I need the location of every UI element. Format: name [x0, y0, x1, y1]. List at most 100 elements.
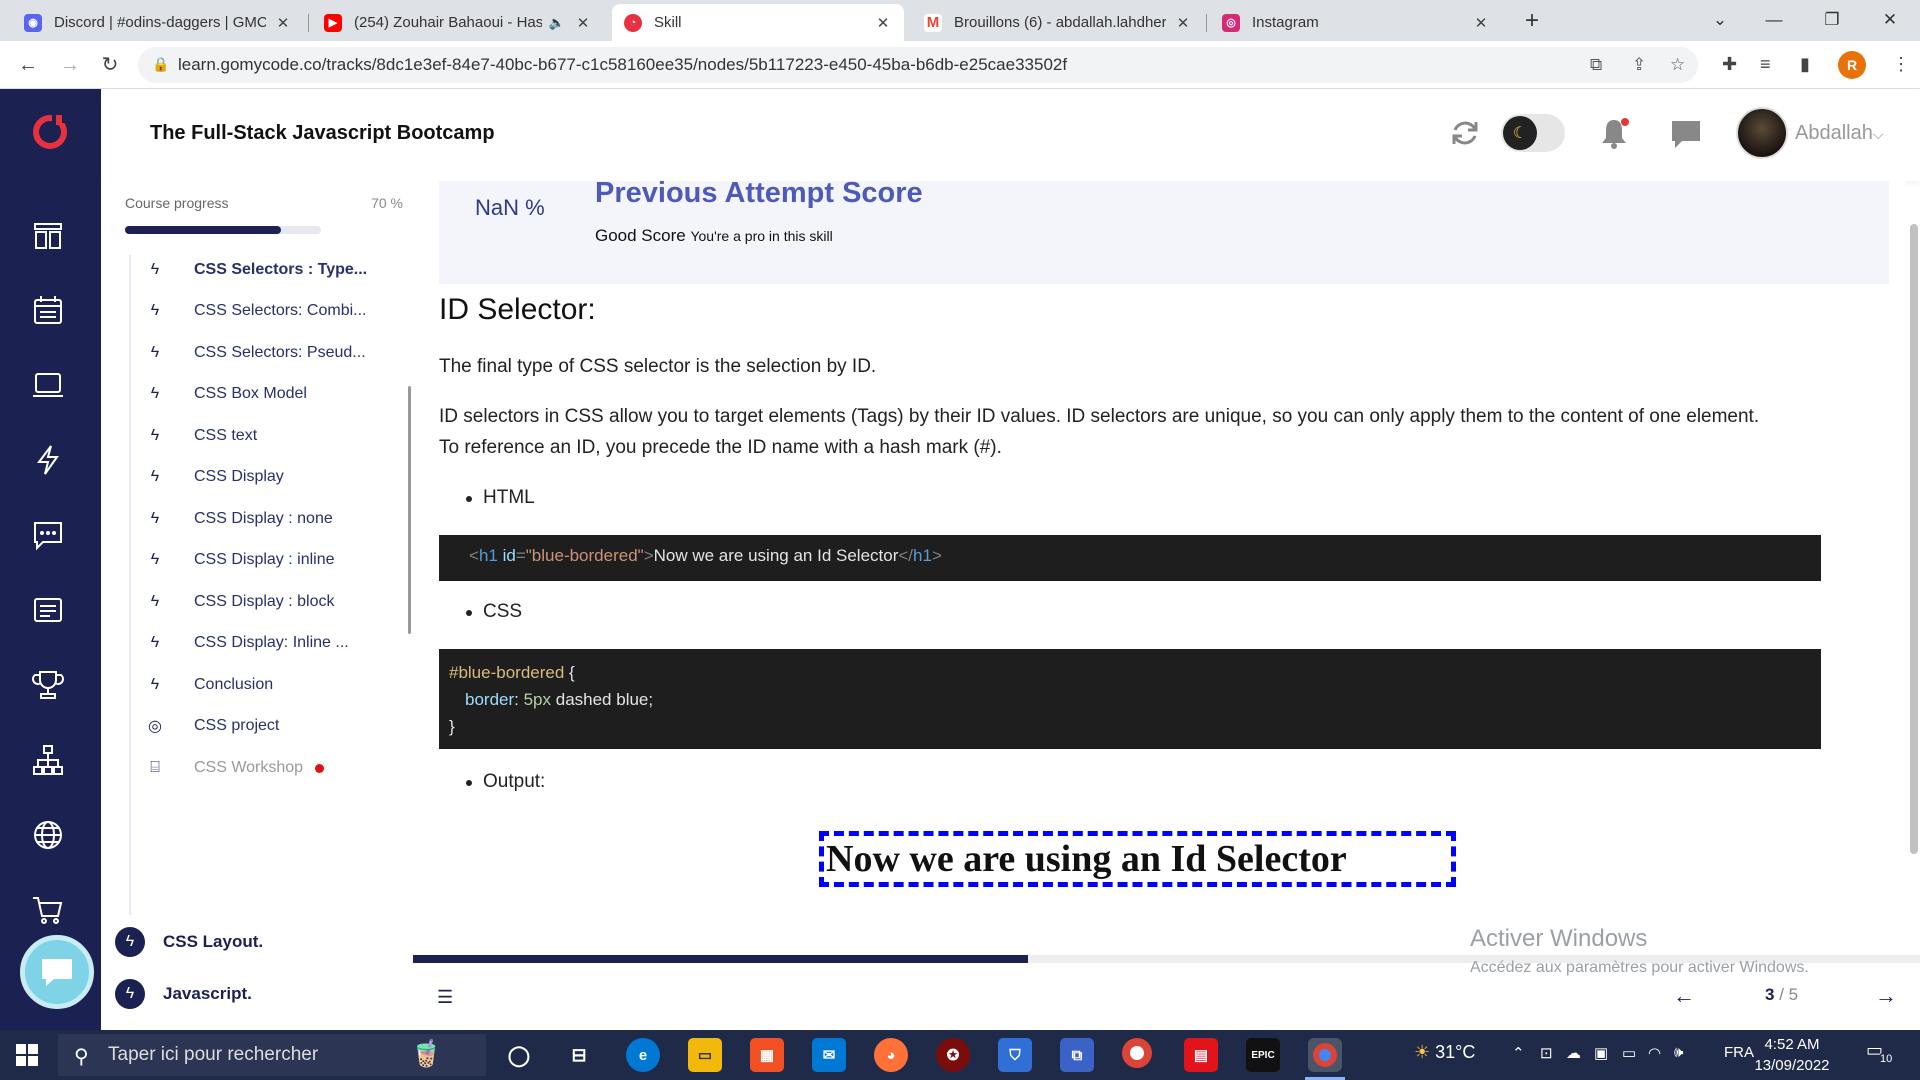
language-indicator[interactable]: FRA	[1724, 1044, 1754, 1061]
share-icon[interactable]: ⇪	[1632, 55, 1646, 75]
score-percent: NaN %	[475, 195, 545, 220]
windows-start-icon[interactable]	[16, 1044, 38, 1066]
section-css-layout[interactable]: ϟ CSS Layout.	[115, 924, 263, 960]
refresh-icon[interactable]	[1449, 117, 1481, 149]
user-menu[interactable]: Abdallah⌵	[1795, 122, 1883, 145]
close-icon[interactable]: ✕	[874, 14, 892, 32]
bookmark-star-icon[interactable]: ☆	[1670, 55, 1685, 75]
lesson-item[interactable]: ϟ CSS Display	[131, 462, 411, 492]
tab-instagram[interactable]: ◎ Instagram ✕	[1210, 4, 1502, 41]
messages-icon[interactable]	[1669, 117, 1703, 151]
next-arrow-icon[interactable]: →	[1875, 983, 1897, 1009]
tray-device-icon[interactable]: ⊡	[1540, 1044, 1553, 1062]
org-chart-icon[interactable]	[30, 742, 66, 778]
taskbar-search[interactable]: ⚲ Taper ici pour rechercher 🧋	[58, 1034, 486, 1076]
gomycode-logo[interactable]	[30, 111, 70, 151]
weather-widget[interactable]: ☀ 31°C	[1414, 1042, 1475, 1063]
minimize-button[interactable]: —	[1754, 4, 1794, 36]
globe-icon[interactable]	[30, 817, 66, 853]
tray-chevron-icon[interactable]: ⌃	[1512, 1044, 1525, 1062]
user-avatar[interactable]	[1736, 107, 1788, 159]
lesson-item[interactable]: ϟ CSS Selectors: Pseud...	[131, 338, 411, 368]
clock[interactable]: 4:52 AM 13/09/2022	[1752, 1034, 1832, 1076]
tray-display-icon[interactable]: ▣	[1594, 1044, 1608, 1062]
profile-avatar[interactable]: R	[1838, 51, 1866, 79]
lesson-item[interactable]: ϟ CSS Display: Inline ...	[131, 628, 411, 658]
shield-app-icon[interactable]: ⛉	[998, 1038, 1032, 1072]
media-icon[interactable]: ≡	[1760, 54, 1771, 75]
epic-games-icon[interactable]: EPIC	[1246, 1038, 1280, 1072]
list-icon[interactable]: ☰	[437, 987, 453, 1008]
lesson-item[interactable]: ϟ CSS Box Model	[131, 379, 411, 409]
watermark-subtitle: Accédez aux paramètres pour activer Wind…	[1470, 959, 1809, 976]
notifications-button[interactable]	[1597, 116, 1631, 150]
task-view-icon[interactable]: ◯	[502, 1038, 536, 1072]
laptop-icon[interactable]	[30, 367, 66, 403]
tab-skill[interactable]: ◔ Skill ✕	[612, 4, 904, 41]
tray-cloud-icon[interactable]: ☁	[1566, 1044, 1581, 1062]
battery-icon[interactable]: ▭	[1622, 1044, 1636, 1062]
document-nav-icon[interactable]	[30, 592, 66, 628]
widgets-icon[interactable]: ⊟	[562, 1038, 596, 1072]
bolt-nav-icon[interactable]	[30, 442, 66, 478]
cart-icon[interactable]	[30, 892, 66, 928]
support-chat-button[interactable]	[20, 935, 94, 1009]
close-icon[interactable]: ✕	[574, 14, 592, 32]
tab-title: Discord | #odins-daggers | GMC	[54, 14, 266, 31]
store-icon[interactable]: ▦	[750, 1038, 784, 1072]
section-javascript[interactable]: ϟ Javascript.	[115, 976, 252, 1012]
trophy-icon[interactable]	[30, 667, 66, 703]
lesson-label: CSS Display : block	[194, 593, 335, 610]
lesson-item[interactable]: ϟ CSS Display : inline	[131, 545, 411, 575]
speaker-icon[interactable]: 🔈	[548, 14, 566, 32]
toolbox-icon[interactable]: ▤	[1184, 1038, 1218, 1072]
lesson-list: ϟ CSS Selectors : Type... ϟ CSS Selectors: …	[129, 255, 413, 915]
forward-icon[interactable]: →	[54, 49, 86, 81]
close-icon[interactable]: ✕	[1472, 14, 1490, 32]
notification-center[interactable]: ▭ 10	[1866, 1040, 1898, 1070]
volume-icon[interactable]: 🕪	[1674, 1044, 1683, 1061]
back-icon[interactable]: ←	[12, 49, 44, 81]
firefox-icon[interactable]: ◕	[874, 1038, 908, 1072]
previous-arrow-icon[interactable]: ←	[1673, 983, 1695, 1009]
lesson-item[interactable]: ϟ CSS Display : none	[131, 504, 411, 534]
page-scrollbar[interactable]	[1910, 224, 1918, 854]
chat-nav-icon[interactable]	[30, 517, 66, 553]
chat-bubble-icon	[42, 959, 72, 986]
tab-search-icon[interactable]: ⌄	[1700, 4, 1740, 36]
game-icon[interactable]: ✪	[936, 1038, 970, 1072]
lesson-item[interactable]: ϟ Conclusion	[131, 670, 411, 700]
address-bar[interactable]: 🔒 learn.gomycode.co/tracks/8dc1e3ef-84e7…	[138, 47, 1698, 83]
lesson-item[interactable]: ⌸ CSS Workshop	[131, 753, 411, 783]
menu-kebab-icon[interactable]: ⋮	[1892, 54, 1910, 75]
calendar-icon[interactable]	[30, 292, 66, 328]
edge-icon[interactable]: e	[626, 1038, 660, 1072]
lesson-item[interactable]: ϟ CSS Selectors: Combi...	[131, 296, 411, 326]
side-panel-icon[interactable]: ▮	[1800, 54, 1810, 75]
lesson-item[interactable]: ϟ CSS text	[131, 421, 411, 451]
lesson-item[interactable]: ϟ CSS Selectors : Type...	[131, 255, 411, 285]
chrome-active-icon[interactable]	[1308, 1038, 1342, 1072]
file-explorer-icon[interactable]: ▭	[688, 1038, 722, 1072]
sidebar-scrollbar[interactable]	[408, 386, 411, 634]
chrome-icon[interactable]	[1122, 1038, 1152, 1068]
tracks-icon[interactable]	[30, 217, 66, 253]
tab-discord[interactable]: ◉ Discord | #odins-daggers | GMC ✕	[12, 4, 304, 41]
paragraph-intro: The final type of CSS selector is the se…	[439, 356, 877, 377]
lesson-item[interactable]: ϟ CSS Display : block	[131, 587, 411, 617]
mail-icon[interactable]: ✉	[812, 1038, 846, 1072]
dark-mode-toggle[interactable]: ☾	[1501, 114, 1565, 152]
close-icon[interactable]: ✕	[274, 14, 292, 32]
maximize-button[interactable]: ❐	[1812, 4, 1852, 36]
reload-icon[interactable]: ↻	[94, 49, 126, 81]
lesson-item[interactable]: ◎ CSS project	[131, 711, 411, 741]
phone-link-icon[interactable]: ⧉	[1060, 1038, 1094, 1072]
extensions-icon[interactable]: ✚	[1722, 54, 1737, 75]
tab-gmail[interactable]: M Brouillons (6) - abdallah.lahdheri ✕	[912, 4, 1204, 41]
translate-icon[interactable]: ⧉	[1590, 55, 1602, 75]
close-icon[interactable]: ✕	[1174, 14, 1192, 32]
close-window-button[interactable]: ✕	[1870, 4, 1910, 36]
tab-youtube[interactable]: ▶ (254) Zouhair Bahaoui - Hast 🔈 ✕	[312, 4, 604, 41]
new-tab-button[interactable]: +	[1518, 8, 1546, 36]
wifi-icon[interactable]: ◠	[1648, 1044, 1661, 1062]
